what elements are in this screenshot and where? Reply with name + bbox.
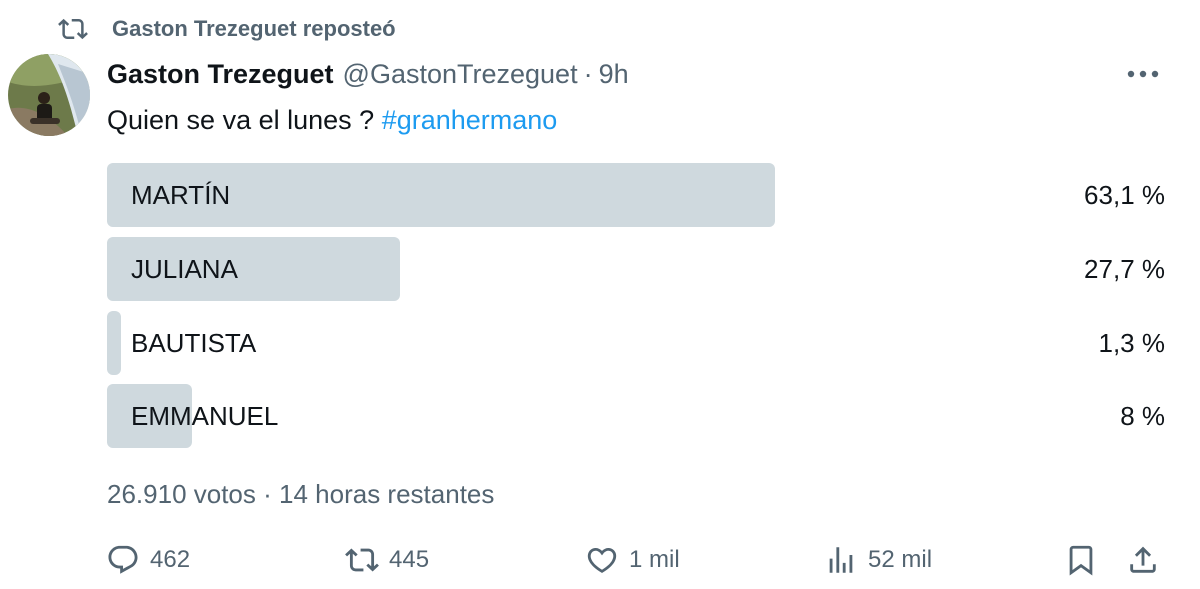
more-options-icon — [1127, 70, 1159, 78]
poll-votes: 26.910 votos — [107, 479, 256, 509]
repost-indicator[interactable]: Gaston Trezeguet reposteó — [58, 14, 396, 44]
share-button[interactable] — [1126, 540, 1160, 580]
poll-option-label: JULIANA — [131, 254, 238, 284]
poll-option: EMMANUEL 8 % — [107, 384, 1165, 448]
poll-footer-separator: · — [263, 479, 272, 509]
tweet-text: Quien se va el lunes ? #granhermano — [107, 100, 557, 140]
bookmark-button[interactable] — [1064, 540, 1098, 580]
poll-option-percent: 63,1 % — [1084, 180, 1165, 210]
poll-remaining-time: 14 horas restantes — [279, 479, 495, 509]
repost-icon — [58, 18, 88, 40]
poll-option: BAUTISTA 1,3 % — [107, 311, 1165, 375]
reply-button[interactable]: 462 — [106, 540, 190, 580]
reply-icon — [108, 545, 138, 574]
repost-count: 445 — [389, 546, 430, 573]
avatar[interactable] — [8, 54, 90, 136]
share-icon — [1130, 546, 1156, 573]
like-button[interactable]: 1 mil — [585, 540, 680, 580]
poll-option-percent: 1,3 % — [1098, 328, 1166, 358]
poll-option-label: BAUTISTA — [131, 328, 257, 358]
poll-option-label: MARTÍN — [131, 180, 231, 210]
repost-icon — [345, 548, 379, 572]
repost-text: Gaston Trezeguet reposteó — [112, 16, 396, 41]
poll-option-percent: 8 % — [1120, 401, 1165, 431]
hashtag-link[interactable]: #granhermano — [382, 105, 558, 135]
tweet-header: Gaston Trezeguet @GastonTrezeguet · 9h — [107, 56, 629, 92]
author-name[interactable]: Gaston Trezeguet — [107, 59, 334, 90]
poll-option-percent: 27,7 % — [1084, 254, 1165, 284]
repost-button[interactable]: 445 — [345, 540, 429, 580]
heart-icon — [587, 547, 617, 573]
poll-option-label: EMMANUEL — [131, 401, 279, 431]
reply-count: 462 — [150, 546, 191, 573]
more-options-button[interactable] — [1125, 62, 1161, 86]
bookmark-icon — [1069, 545, 1093, 576]
like-count: 1 mil — [629, 546, 680, 573]
poll-footer: 26.910 votos · 14 horas restantes — [107, 476, 494, 512]
views-count: 52 mil — [868, 546, 933, 573]
avatar-photo — [8, 54, 90, 136]
author-handle[interactable]: @GastonTrezeguet — [343, 59, 578, 90]
poll-option: MARTÍN 63,1 % — [107, 163, 1165, 227]
poll-bar — [107, 311, 121, 375]
views-button[interactable]: 52 mil — [824, 540, 932, 580]
header-separator: · — [583, 58, 593, 89]
tweet-time[interactable]: 9h — [599, 59, 629, 90]
poll-option: JULIANA 27,7 % — [107, 237, 1165, 301]
views-chart-icon — [829, 547, 853, 573]
tweet-body: Quien se va el lunes ? — [107, 105, 375, 135]
